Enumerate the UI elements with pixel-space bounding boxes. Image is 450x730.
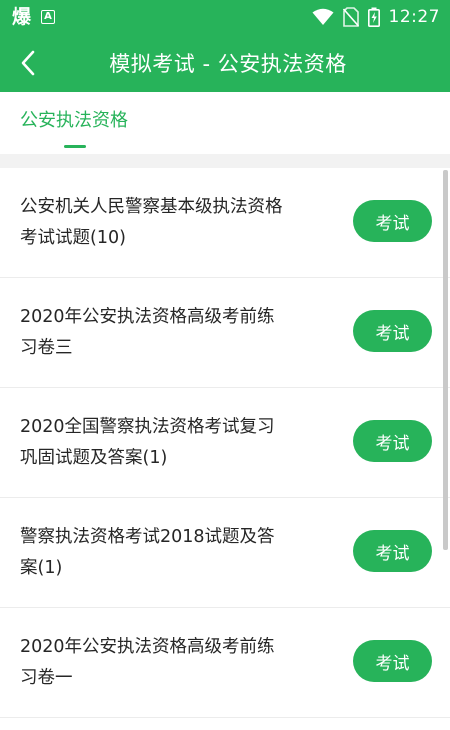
list-item[interactable]: 2020全国警察执法资格考试复习巩固试题及答案(1) 考试 xyxy=(0,388,450,498)
battery-charging-icon xyxy=(367,7,380,27)
list-item[interactable]: 2020年公安执法资格高级考前练习卷一 考试 xyxy=(0,608,450,718)
start-exam-button[interactable]: 考试 xyxy=(353,530,432,572)
status-bar-left: 爆 A xyxy=(12,5,56,28)
app-notification-icon: 爆 xyxy=(12,5,32,28)
tab-police-law-enforcement[interactable]: 公安执法资格 xyxy=(20,106,128,132)
tab-indicator xyxy=(64,145,86,148)
exam-list: 公安机关人民警察基本级执法资格考试试题(10) 考试 2020年公安执法资格高级… xyxy=(0,168,450,730)
exam-title: 公安机关人民警察基本级执法资格考试试题(10) xyxy=(20,197,283,248)
notification-badge-icon: A xyxy=(41,10,56,24)
exam-title: 2020年公安执法资格高级考前练习卷三 xyxy=(20,307,275,358)
section-divider xyxy=(0,154,450,168)
app-toolbar: 模拟考试 - 公安执法资格 xyxy=(0,34,450,92)
page-title: 模拟考试 - 公安执法资格 xyxy=(109,52,347,76)
clock-time: 12:27 xyxy=(388,7,440,27)
list-item[interactable]: 2020年公安执法资格高级考前练习卷三 考试 xyxy=(0,278,450,388)
exam-title: 2020年公安执法资格高级考前练习卷一 xyxy=(20,637,275,688)
exam-title: 2020全国警察执法资格考试复习巩固试题及答案(1) xyxy=(20,417,275,468)
scrollbar[interactable] xyxy=(443,170,448,550)
start-exam-button[interactable]: 考试 xyxy=(353,640,432,682)
wifi-icon xyxy=(312,8,333,25)
list-item[interactable]: 警察执法资格考试2018试题及答案(1) 考试 xyxy=(0,498,450,608)
list-item[interactable]: 公安机关人民警察基本级执法资格考试试题(10) 考试 xyxy=(0,168,450,278)
status-bar-right: 12:27 xyxy=(312,7,441,27)
exam-title: 警察执法资格考试2018试题及答案(1) xyxy=(20,527,275,578)
no-sim-icon xyxy=(342,7,359,27)
start-exam-button[interactable]: 考试 xyxy=(353,310,432,352)
status-bar: 爆 A 12:27 xyxy=(0,0,450,34)
start-exam-button[interactable]: 考试 xyxy=(353,200,432,242)
start-exam-button[interactable]: 考试 xyxy=(353,420,432,462)
